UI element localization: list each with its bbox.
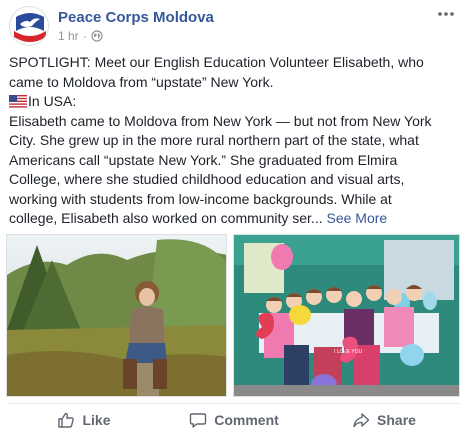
see-more-link[interactable]: See More (327, 210, 388, 226)
timestamp-link[interactable]: 1 hr (58, 29, 79, 43)
balloon-text: I LOVE YOU (334, 349, 363, 355)
volunteer-outdoor-photo (7, 235, 226, 396)
post-text-line: Elisabeth came to Moldova from New York … (9, 112, 432, 129)
post-body: SPOTLIGHT: Meet our English Education Vo… (9, 53, 459, 229)
meta-separator: · (82, 29, 87, 43)
photo-classroom-children[interactable]: I LOVE YOU (233, 234, 460, 397)
post-meta: 1 hr · (58, 29, 103, 43)
photo-grid: I LOVE YOU (6, 234, 460, 397)
comment-button[interactable]: Comment (159, 406, 309, 434)
page-name-link[interactable]: Peace Corps Moldova (58, 9, 214, 26)
comment-label: Comment (214, 412, 279, 428)
post-text-line: City. She grew up in the more rural nort… (9, 132, 419, 148)
post-text-line: In USA: (9, 92, 459, 112)
actions-divider (9, 403, 459, 404)
page-avatar[interactable] (9, 6, 49, 46)
comment-icon (190, 413, 207, 428)
post-text-line: Americans call “upstate New York.” She g… (9, 151, 398, 168)
post-text-line: came to Moldova from “upstate” New York. (9, 73, 274, 90)
post-text-line: SPOTLIGHT: Meet our English Education Vo… (9, 54, 424, 70)
globe-icon[interactable] (91, 30, 103, 42)
share-label: Share (377, 412, 416, 428)
post-text-line: college, Elisabeth also worked on commun… (9, 210, 388, 226)
share-button[interactable]: Share (309, 406, 459, 434)
more-options-button[interactable] (435, 6, 457, 22)
like-label: Like (82, 412, 111, 428)
ellipsis-icon (438, 12, 454, 16)
share-arrow-icon (353, 413, 370, 428)
like-button[interactable]: Like (9, 406, 159, 434)
post-text-line: College, where she studied childhood edu… (9, 171, 405, 187)
post-header: Peace Corps Moldova 1 hr · (9, 6, 459, 46)
classroom-children-balloons-photo: I LOVE YOU (234, 235, 459, 396)
thumbs-up-icon (58, 412, 75, 428)
post-text-line: working with students from low-income ba… (9, 190, 392, 207)
peace-corps-logo-icon (11, 8, 48, 45)
post-actions-bar: Like Comment Share (9, 406, 459, 434)
us-flag-icon (9, 95, 27, 108)
photo-volunteer-outdoor[interactable] (6, 234, 227, 397)
